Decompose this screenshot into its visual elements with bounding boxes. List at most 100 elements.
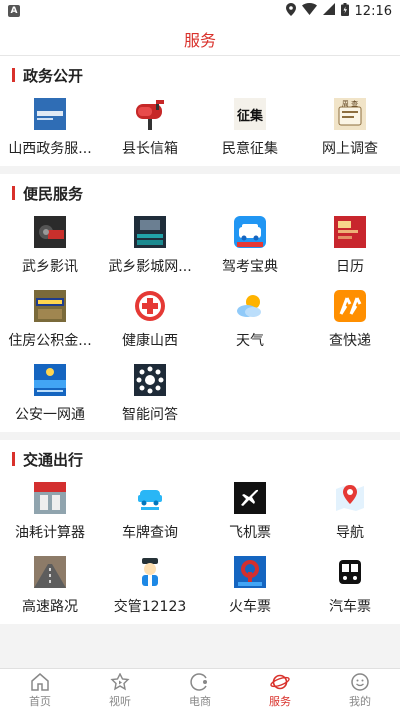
section-convenience: 便民服务 武乡影讯 武乡影城网... 驾考宝典 日历 住房公积金... 健康山西…	[0, 174, 400, 432]
service-item-police[interactable]: 公安一网通	[0, 358, 100, 432]
health-icon	[134, 290, 166, 322]
profile-icon	[349, 672, 371, 692]
location-icon	[285, 2, 296, 20]
tile-label: 天气	[236, 333, 264, 349]
section-gov-affairs: 政务公开 山西政务服... 县长信箱 征集 民意征集 周 查 网上调查	[0, 56, 400, 166]
tile-label: 查快递	[329, 333, 371, 349]
service-item-calendar[interactable]: 日历	[300, 210, 400, 284]
tab-label: 首页	[29, 694, 51, 708]
film-news-icon	[34, 216, 66, 248]
tile-label: 健康山西	[122, 333, 178, 349]
mailbox-icon	[134, 98, 166, 130]
tile-label: 公安一网通	[15, 407, 85, 423]
tile-label: 油耗计算器	[15, 525, 85, 541]
tile-label: 武乡影城网...	[108, 259, 192, 275]
service-item-airplane[interactable]: 飞机票	[200, 476, 300, 550]
express-icon	[334, 290, 366, 322]
tile-label: 火车票	[229, 599, 271, 615]
service-item-driving-test[interactable]: 驾考宝典	[200, 210, 300, 284]
fuel-calc-icon	[34, 482, 66, 514]
section-header: 交通出行	[0, 448, 400, 470]
service-item-weather[interactable]: 天气	[200, 284, 300, 358]
service-item-navigation[interactable]: 导航	[300, 476, 400, 550]
tile-label: 导航	[336, 525, 364, 541]
tile-label: 驾考宝典	[222, 259, 278, 275]
service-item-health[interactable]: 健康山西	[100, 284, 200, 358]
airplane-icon	[234, 482, 266, 514]
shanxi-gov-service-icon	[34, 98, 66, 130]
service-item-smart-qa[interactable]: 智能问答	[100, 358, 200, 432]
section-header: 便民服务	[0, 182, 400, 204]
tile-label: 飞机票	[229, 525, 271, 541]
survey-icon: 周 查	[334, 98, 366, 130]
section-accent-bar	[12, 186, 15, 200]
tab-shop[interactable]: 电商	[160, 669, 240, 711]
train-icon	[234, 556, 266, 588]
shop-icon	[189, 672, 211, 692]
section-title: 便民服务	[23, 184, 84, 203]
tab-label: 电商	[189, 694, 211, 708]
service-item-express[interactable]: 查快递	[300, 284, 400, 358]
section-transport: 交通出行 油耗计算器 车牌查询 飞机票 导航 高速路况 交管12123 火车票 …	[0, 440, 400, 624]
section-header: 政务公开	[0, 64, 400, 86]
tab-profile[interactable]: 我的	[320, 669, 400, 711]
section-title: 交通出行	[23, 450, 84, 469]
navigation-icon	[334, 482, 366, 514]
section-accent-bar	[12, 68, 15, 82]
tab-label: 服务	[269, 694, 291, 708]
police-icon	[34, 364, 66, 396]
weather-icon	[234, 290, 266, 322]
driving-test-icon	[234, 216, 266, 248]
service-item-highway[interactable]: 高速路况	[0, 550, 100, 624]
service-item-film-news[interactable]: 武乡影讯	[0, 210, 100, 284]
tab-video[interactable]: 视听	[80, 669, 160, 711]
service-item-shanxi-gov[interactable]: 山西政务服...	[0, 92, 100, 166]
tile-label: 山西政务服...	[8, 141, 92, 157]
service-item-traffic-police[interactable]: 交管12123	[100, 550, 200, 624]
tile-label: 日历	[336, 259, 364, 275]
svg-text:周 查: 周 查	[342, 99, 358, 108]
notification-icon: A	[8, 5, 20, 17]
tile-label: 网上调查	[322, 141, 378, 157]
tile-label: 高速路况	[22, 599, 78, 615]
bus-icon	[334, 556, 366, 588]
smart-qa-icon	[134, 364, 166, 396]
tile-label: 武乡影讯	[22, 259, 78, 275]
section-title: 政务公开	[23, 66, 84, 85]
tile-label: 住房公积金...	[8, 333, 92, 349]
opinion-collect-icon: 征集	[234, 98, 266, 130]
tile-label: 民意征集	[222, 141, 278, 157]
service-item-fuel-calc[interactable]: 油耗计算器	[0, 476, 100, 550]
service-item-license-plate[interactable]: 车牌查询	[100, 476, 200, 550]
signal-icon	[322, 3, 335, 19]
calendar-icon	[334, 216, 366, 248]
tab-home[interactable]: 首页	[0, 669, 80, 711]
title-bar: 服务	[0, 22, 400, 56]
cinema-icon	[134, 216, 166, 248]
service-item-bus[interactable]: 汽车票	[300, 550, 400, 624]
tile-label: 汽车票	[329, 599, 371, 615]
service-content[interactable]: 政务公开 山西政务服... 县长信箱 征集 民意征集 周 查 网上调查 便民服务…	[0, 56, 400, 668]
status-time: 12:16	[354, 3, 392, 19]
tile-label: 交管12123	[113, 599, 187, 615]
status-bar: A 12:16	[0, 0, 400, 22]
play-icon	[109, 672, 131, 692]
service-item-housing-fund[interactable]: 住房公积金...	[0, 284, 100, 358]
service-icon	[269, 672, 291, 692]
tile-label: 县长信箱	[122, 141, 178, 157]
service-item-opinion[interactable]: 征集 民意征集	[200, 92, 300, 166]
home-icon	[29, 672, 51, 692]
page-title: 服务	[183, 30, 216, 50]
tab-label: 视听	[109, 694, 131, 708]
service-item-survey[interactable]: 周 查 网上调查	[300, 92, 400, 166]
service-item-train[interactable]: 火车票	[200, 550, 300, 624]
battery-icon	[340, 2, 349, 20]
bottom-tab-bar: 首页 视听 电商 服务 我的	[0, 668, 400, 711]
tile-label: 智能问答	[122, 407, 178, 423]
tab-label: 我的	[349, 694, 371, 708]
tab-service[interactable]: 服务	[240, 669, 320, 711]
section-accent-bar	[12, 452, 15, 466]
service-item-cinema[interactable]: 武乡影城网...	[100, 210, 200, 284]
tile-label: 车牌查询	[122, 525, 178, 541]
service-item-mailbox[interactable]: 县长信箱	[100, 92, 200, 166]
